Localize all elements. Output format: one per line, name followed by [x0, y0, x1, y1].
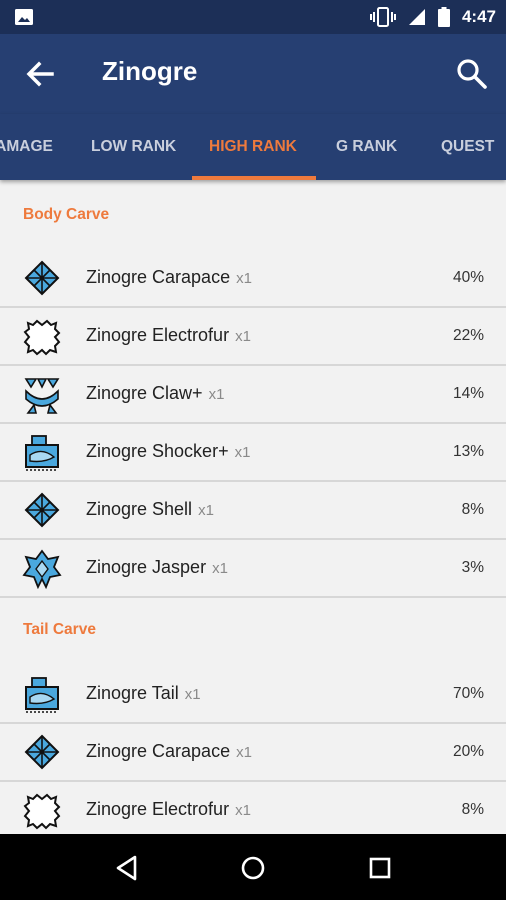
- status-bar: 4:47: [0, 0, 506, 34]
- item-percentage: 13%: [452, 443, 484, 460]
- item-quantity: x1: [212, 560, 228, 577]
- monster-part-icon: [25, 435, 59, 471]
- signal-icon: [408, 9, 425, 25]
- tab-damage[interactable]: DAMAGE: [0, 114, 53, 180]
- list-item[interactable]: Zinogre Shell x1 8%: [0, 482, 506, 540]
- list-item[interactable]: Zinogre Carapace x1 20%: [0, 724, 506, 782]
- item-name: Zinogre Electrofur: [86, 799, 230, 819]
- list-item[interactable]: Zinogre Shocker+ x1 13%: [0, 424, 506, 482]
- item-quantity: x1: [236, 744, 252, 761]
- list-item[interactable]: Zinogre Tail x1 70%: [0, 666, 506, 724]
- home-nav-icon[interactable]: [239, 854, 267, 882]
- item-name: Zinogre Carapace: [86, 741, 231, 761]
- item-percentage: 14%: [452, 385, 484, 402]
- item-name: Zinogre Shocker+: [86, 441, 229, 461]
- active-tab-indicator: [192, 176, 316, 180]
- item-name: Zinogre Tail: [86, 683, 179, 703]
- section-header-tail-carve: Tail Carve: [23, 621, 96, 638]
- item-quantity: x1: [198, 502, 214, 519]
- status-icons: 4:47: [369, 6, 496, 28]
- carapace-icon: [24, 260, 60, 296]
- item-name: Zinogre Carapace: [86, 267, 231, 287]
- page-title: Zinogre: [102, 56, 198, 86]
- list-item[interactable]: Zinogre Carapace x1 40%: [0, 250, 506, 308]
- list-item[interactable]: Zinogre Electrofur x1 8%: [0, 782, 506, 834]
- item-name: Zinogre Electrofur: [86, 325, 230, 345]
- carapace-icon: [24, 734, 60, 770]
- back-nav-icon[interactable]: [113, 854, 141, 882]
- item-quantity: x1: [184, 686, 201, 703]
- shell-icon: [24, 492, 60, 528]
- tab-quest[interactable]: QUEST: [441, 114, 494, 180]
- system-nav-bar: [0, 834, 506, 900]
- item-percentage: 22%: [452, 327, 484, 344]
- tab-bar: DAMAGE LOW RANK HIGH RANK G RANK QUEST: [0, 114, 506, 180]
- back-arrow-icon[interactable]: [22, 58, 58, 90]
- list-item[interactable]: Zinogre Claw+ x1 14%: [0, 366, 506, 424]
- item-percentage: 70%: [452, 685, 484, 702]
- section-header-body-carve: Body Carve: [23, 206, 110, 223]
- battery-icon: [437, 7, 450, 27]
- item-quantity: x1: [234, 444, 251, 461]
- recents-nav-icon[interactable]: [366, 854, 394, 882]
- claw-icon: [24, 378, 60, 414]
- tab-g-rank[interactable]: G RANK: [336, 114, 397, 180]
- item-percentage: 40%: [452, 269, 484, 286]
- tab-low-rank[interactable]: LOW RANK: [91, 114, 176, 180]
- carve-list[interactable]: Body Carve Zinogre Carapace x1 40% Zinogr…: [0, 180, 506, 834]
- status-time: 4:47: [461, 7, 496, 26]
- item-percentage: 8%: [461, 501, 484, 518]
- item-percentage: 3%: [461, 559, 484, 576]
- app-bar: Zinogre: [0, 34, 506, 114]
- fur-icon: [23, 319, 61, 356]
- item-name: Zinogre Shell: [86, 499, 193, 519]
- item-percentage: 8%: [461, 801, 484, 818]
- tab-high-rank[interactable]: HIGH RANK: [209, 114, 297, 180]
- list-item[interactable]: Zinogre Jasper x1 3%: [0, 540, 506, 598]
- item-quantity: x1: [235, 328, 251, 345]
- image-notification-icon: [15, 9, 33, 25]
- item-name: Zinogre Claw+: [86, 383, 203, 403]
- list-item[interactable]: Zinogre Electrofur x1 22%: [0, 308, 506, 366]
- item-name: Zinogre Jasper: [86, 557, 207, 577]
- item-quantity: x1: [236, 270, 252, 287]
- item-percentage: 20%: [452, 743, 484, 760]
- item-quantity: x1: [208, 386, 225, 403]
- vibrate-icon: [369, 7, 396, 27]
- monster-part-icon: [25, 677, 59, 713]
- jasper-icon: [22, 549, 62, 589]
- search-icon[interactable]: [456, 58, 488, 90]
- fur-icon: [23, 793, 61, 830]
- item-quantity: x1: [235, 802, 251, 819]
